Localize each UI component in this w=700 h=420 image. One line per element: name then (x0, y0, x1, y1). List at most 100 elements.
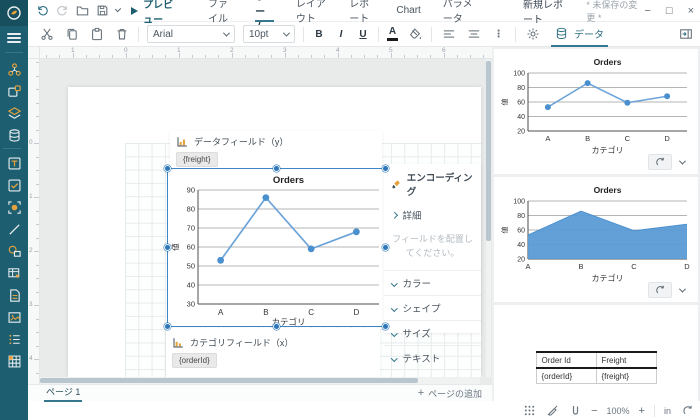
encoding-section-text[interactable]: テキスト (384, 345, 481, 370)
menu-item-report[interactable]: レポート (349, 0, 374, 22)
encoding-section-color[interactable]: カラー (384, 270, 481, 295)
line-tool-icon[interactable] (3, 219, 25, 239)
selection-handle[interactable] (273, 165, 280, 172)
reset-zoom-icon[interactable] (680, 404, 694, 418)
bold-button[interactable]: B (312, 29, 326, 40)
svg-text:A: A (218, 308, 224, 317)
encoding-detail-label: 詳細 (403, 208, 422, 222)
selection-handle[interactable] (164, 165, 171, 172)
svg-text:90: 90 (187, 186, 195, 195)
page-tab-1[interactable]: ページ 1 (44, 385, 82, 402)
cut-icon[interactable] (38, 26, 55, 43)
save-icon[interactable] (96, 3, 109, 19)
collapse-panel-icon[interactable] (677, 26, 694, 43)
add-page-button[interactable]: + ページの追加 (418, 387, 482, 400)
subreport-tool-icon[interactable] (3, 285, 25, 305)
encoding-panel: エンコーディング 詳細 フィールドを配置してください。 カラー (384, 164, 481, 333)
grid-toggle-icon[interactable] (522, 404, 536, 418)
zoom-level[interactable]: 100% (607, 406, 630, 416)
snap-toggle-icon[interactable] (545, 404, 559, 418)
layers-icon[interactable] (3, 103, 25, 123)
zoom-out-button[interactable]: − (591, 405, 597, 417)
maximize-button[interactable]: □ (666, 5, 673, 17)
y-field-pill[interactable]: {freight} (176, 152, 218, 167)
svg-text:A: A (545, 134, 550, 143)
selection-handle[interactable] (382, 244, 389, 251)
menu-item-parameters[interactable]: パラメータ (443, 0, 474, 22)
italic-button[interactable]: I (334, 29, 348, 40)
preview-area-chart-svg: Orders20406080100ABCDカテゴリ値 (498, 181, 694, 287)
preview-card-area-chart: Orders20406080100ABCDカテゴリ値 (494, 177, 698, 302)
undo-icon[interactable] (36, 3, 49, 19)
svg-text:値: 値 (500, 227, 509, 234)
textbox-tool-icon[interactable] (3, 153, 25, 173)
selection-handle[interactable] (382, 165, 389, 172)
canvas-vertical-scrollbar[interactable] (486, 59, 491, 377)
menu-item-layout[interactable]: レイアウト (296, 0, 327, 22)
shape-tool-icon[interactable] (3, 241, 25, 261)
selection-handle[interactable] (164, 323, 171, 330)
font-color-button[interactable]: A (387, 27, 398, 41)
checkbox-tool-icon[interactable] (3, 175, 25, 195)
tablix-tool-icon[interactable] (3, 351, 25, 371)
font-size-value: 10pt (249, 29, 268, 40)
menu-icon[interactable] (7, 33, 21, 43)
redo-icon[interactable] (56, 3, 69, 19)
table-header-orderid: Order Id (536, 352, 596, 368)
selection-handle[interactable] (164, 244, 171, 251)
group-editor-icon[interactable] (3, 81, 25, 101)
snap-lines-icon[interactable] (568, 404, 582, 418)
font-family-select[interactable]: Arial (147, 25, 235, 43)
open-file-icon[interactable] (76, 3, 89, 19)
encoding-section-size[interactable]: サイズ (384, 320, 481, 345)
encoding-section-shape[interactable]: シェイプ (384, 295, 481, 320)
delete-icon[interactable] (113, 26, 130, 43)
selection-handle[interactable] (273, 323, 280, 330)
copy-icon[interactable] (63, 26, 80, 43)
align-left-icon[interactable] (440, 26, 457, 43)
selection-handle[interactable] (382, 323, 389, 330)
refresh-button[interactable] (648, 154, 672, 170)
zoom-in-button[interactable]: + (639, 405, 645, 417)
list-tool-icon[interactable] (3, 329, 25, 349)
settings-gear-icon[interactable] (524, 26, 541, 43)
x-field-pill[interactable]: {orderId} (172, 353, 217, 368)
fill-color-icon[interactable] (406, 26, 423, 43)
canvas-horizontal-scrollbar[interactable] (40, 377, 480, 384)
app-logo[interactable] (0, 0, 28, 26)
tab-data-panel[interactable]: データ (551, 22, 608, 47)
align-center-icon[interactable] (465, 26, 482, 43)
x-field-zone[interactable]: カテゴリフィールド（x） {orderId} (166, 328, 380, 377)
data-sources-icon[interactable] (3, 125, 25, 145)
paste-icon[interactable] (88, 26, 105, 43)
svg-text:40: 40 (517, 114, 525, 121)
underline-button[interactable]: U (356, 29, 370, 40)
horizontal-ruler: 10123456 (40, 47, 492, 59)
y-field-zone[interactable]: データフィールド（y） {freight} (170, 131, 382, 169)
chevron-down-icon[interactable] (674, 154, 690, 170)
image-tool-icon[interactable] (3, 307, 25, 327)
richtext-tool-icon[interactable] (3, 197, 25, 217)
selected-chart[interactable]: Orders30405060708090ABCDカテゴリ値 (168, 169, 385, 326)
svg-text:80: 80 (517, 213, 525, 220)
refresh-button[interactable] (648, 282, 672, 298)
chevron-down-icon[interactable] (674, 282, 690, 298)
minimize-button[interactable]: − (644, 5, 650, 17)
units-label[interactable]: in (664, 406, 671, 416)
menu-items: ファイル ホーム レイアウト レポート Chart パラメータ (208, 0, 474, 22)
font-size-select[interactable]: 10pt (243, 25, 295, 43)
more-options-icon[interactable]: ⋮ (490, 26, 507, 43)
menu-item-file[interactable]: ファイル (208, 0, 233, 22)
save-dropdown-icon[interactable] (115, 6, 121, 12)
svg-text:20: 20 (517, 129, 525, 136)
table-tool-icon[interactable] (3, 263, 25, 283)
menu-item-chart[interactable]: Chart (396, 0, 420, 22)
menu-item-home[interactable]: ホーム (255, 0, 274, 22)
encoding-detail-row[interactable]: 詳細 (384, 203, 481, 227)
preview-card-line-chart: Orders20406080100ABCDカテゴリ値 (494, 49, 698, 174)
canvas-surface[interactable]: データフィールド（y） {freight} Orders304050607080… (40, 59, 492, 377)
close-button[interactable]: × (688, 5, 694, 17)
svg-text:カテゴリ: カテゴリ (592, 273, 624, 283)
report-explorer-icon[interactable] (3, 59, 25, 79)
page-tab-bar: ページ 1 + ページの追加 (28, 384, 492, 401)
